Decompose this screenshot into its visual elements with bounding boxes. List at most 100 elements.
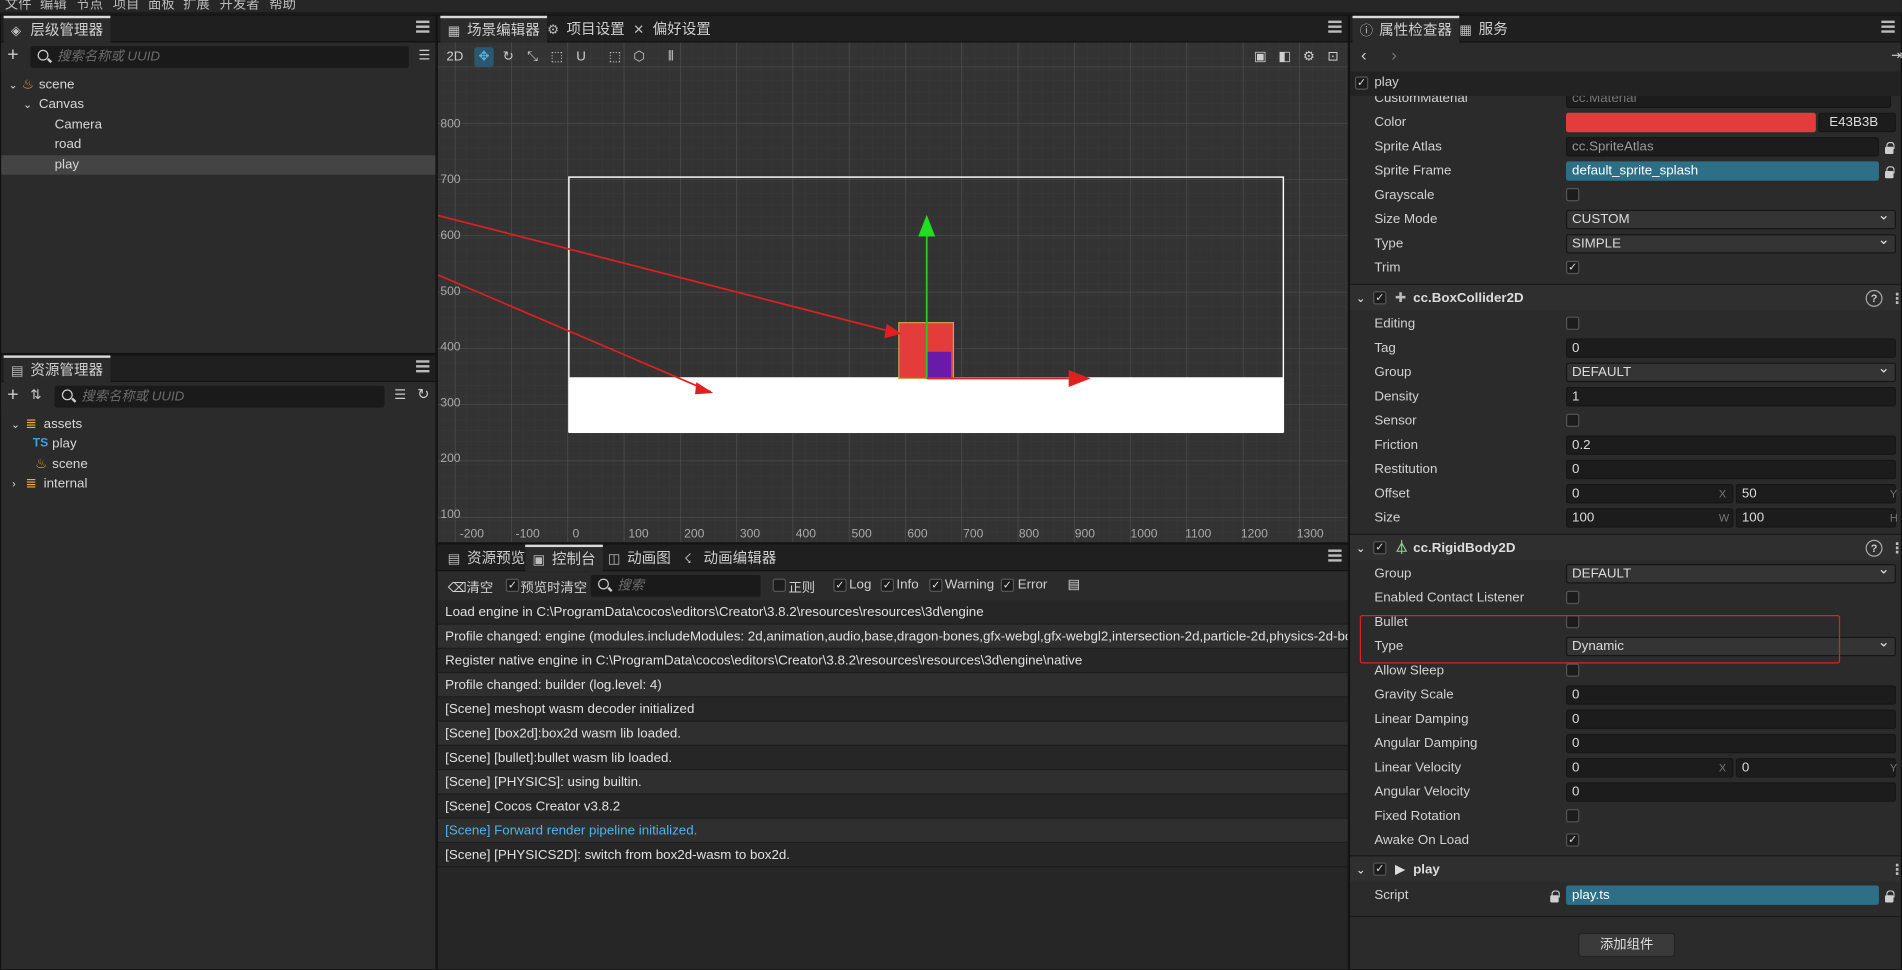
add-node-icon[interactable]: + (7, 45, 18, 67)
editing-checkbox[interactable] (1565, 316, 1580, 330)
grayscale-checkbox[interactable] (1565, 188, 1580, 202)
log-filter-checkbox[interactable]: ✓ (833, 578, 847, 592)
tab-scene-editor[interactable]: ▦ 场景编辑器 (440, 15, 548, 43)
tree-node-road[interactable]: road (1, 135, 435, 154)
menu-panel[interactable]: 面板 (148, 0, 175, 12)
log-line[interactable]: Load engine in C:\ProgramData\cocos\edit… (437, 600, 1348, 625)
inspector-menu-icon[interactable] (1881, 20, 1895, 34)
log-line[interactable]: [Scene] [PHYSICS]: using builtin. (437, 770, 1348, 795)
scale-tool-icon[interactable]: ⤡ (523, 47, 542, 66)
back-arrow-icon[interactable]: ‹ (1361, 45, 1367, 64)
hierarchy-search-input[interactable]: 搜索名称或 UUID (30, 46, 409, 68)
chevron-right-icon[interactable]: › (12, 474, 16, 493)
preview-icon[interactable]: ⊡ (1323, 47, 1342, 66)
linear-damping-input[interactable]: 0 (1565, 709, 1896, 730)
tree-node-canvas[interactable]: ⌄ Canvas (1, 95, 435, 114)
gizmo-toggle-icon[interactable]: ▣ (1251, 47, 1270, 66)
log-line[interactable]: [Scene] [box2d]:box2d wasm lib loaded. (437, 721, 1348, 746)
node-name-field[interactable]: play (1374, 75, 1398, 90)
lock-icon[interactable] (1885, 141, 1895, 155)
offset-x-input[interactable]: 0 (1565, 483, 1734, 504)
contact-listener-checkbox[interactable] (1565, 590, 1580, 605)
log-line[interactable]: [Scene] [bullet]:bullet wasm lib loaded. (437, 746, 1348, 771)
more-options-icon[interactable]: ⋮ (1890, 285, 1901, 312)
assets-menu-icon[interactable] (416, 360, 430, 373)
allow-sleep-checkbox[interactable] (1565, 663, 1580, 677)
chevron-down-icon[interactable]: ⌄ (1356, 856, 1365, 883)
sensor-checkbox[interactable] (1565, 413, 1580, 427)
help-icon[interactable]: ? (1865, 539, 1883, 557)
script-enable-checkbox[interactable]: ✓ (1373, 862, 1387, 876)
angular-damping-input[interactable]: 0 (1565, 733, 1896, 754)
scene-menu-icon[interactable] (1328, 20, 1342, 34)
rigidbody-enable-checkbox[interactable]: ✓ (1373, 540, 1387, 555)
gravity-scale-input[interactable]: 0 (1565, 685, 1896, 705)
console-search-input[interactable]: 搜索 (590, 574, 761, 597)
tab-inspector[interactable]: ⓘ 属性检查器 (1352, 15, 1460, 43)
asset-node-play-script[interactable]: TS play (1, 434, 435, 453)
add-component-button[interactable]: 添加组件 (1578, 932, 1676, 958)
sprite-frame-field[interactable]: default_sprite_splash (1565, 161, 1879, 181)
friction-input[interactable]: 0.2 (1565, 435, 1896, 455)
chevron-down-icon[interactable]: ⌄ (1356, 535, 1365, 562)
rect-tool-icon[interactable]: ⬚ (547, 47, 566, 66)
hierarchy-menu-icon[interactable] (416, 20, 430, 34)
angular-velocity-input[interactable]: 0 (1565, 782, 1896, 802)
mode-2d-button[interactable]: 2D (443, 47, 467, 66)
sort-icon[interactable]: ⇅ (30, 387, 41, 403)
awake-on-load-checkbox[interactable]: ✓ (1565, 833, 1580, 847)
custom-material-field[interactable]: cc.Material (1565, 95, 1892, 108)
log-line[interactable]: Profile changed: builder (log.level: 4) (437, 673, 1348, 698)
menu-project[interactable]: 项目 (113, 0, 140, 12)
tag-input[interactable]: 0 (1565, 338, 1896, 358)
tab-preferences[interactable]: ✕ 偏好设置 (626, 16, 718, 43)
menu-developer[interactable]: 开发者 (220, 0, 260, 12)
regex-checkbox[interactable] (772, 578, 787, 592)
color-hex-field[interactable]: E43B3B (1818, 112, 1896, 133)
size-mode-select[interactable]: CUSTOM (1565, 209, 1896, 230)
sprite-type-select[interactable]: SIMPLE (1565, 234, 1896, 254)
menu-help[interactable]: 帮助 (269, 0, 296, 12)
error-filter-checkbox[interactable]: ✓ (1000, 578, 1015, 592)
add-asset-icon[interactable]: + (7, 385, 18, 407)
trim-checkbox[interactable]: ✓ (1565, 260, 1580, 275)
size-h-input[interactable]: 100 (1735, 508, 1896, 528)
global-local-icon[interactable]: ⬡ (630, 47, 649, 66)
restitution-input[interactable]: 0 (1565, 459, 1896, 480)
log-line[interactable]: [Scene] [PHYSICS2D]: switch from box2d-w… (437, 843, 1348, 868)
tab-project-settings[interactable]: ⚙ 项目设置 (540, 16, 632, 43)
more-options-icon[interactable]: ⋮ (1890, 535, 1901, 562)
sort-icon[interactable]: ☰ (418, 47, 430, 64)
script-field[interactable]: play.ts (1565, 885, 1879, 905)
tree-node-camera[interactable]: Camera (1, 115, 435, 134)
lock-icon[interactable] (1885, 166, 1895, 179)
snap-tool-icon[interactable]: U (571, 47, 590, 66)
pivot-icon[interactable]: ⬚ (605, 47, 624, 66)
help-icon[interactable]: ? (1865, 289, 1883, 307)
chevron-down-icon[interactable]: ⌄ (1356, 285, 1365, 312)
warning-filter-checkbox[interactable]: ✓ (929, 578, 943, 592)
node-active-checkbox[interactable]: ✓ (1354, 76, 1369, 90)
clear-button[interactable]: ⌫清空 (448, 577, 494, 596)
align-icon[interactable]: ⫴ (661, 47, 680, 66)
chevron-down-icon[interactable]: ⌄ (8, 75, 17, 94)
tree-node-scene[interactable]: ⌄ ♨ scene (1, 75, 435, 94)
tab-services[interactable]: ▦ 服务 (1452, 16, 1515, 43)
tab-hierarchy[interactable]: ◈ 层级管理器 (3, 15, 111, 43)
box-collider-enable-checkbox[interactable]: ✓ (1373, 291, 1387, 305)
list-view-icon[interactable]: ☰ (394, 387, 406, 403)
box-group-select[interactable]: DEFAULT (1565, 362, 1896, 383)
log-line[interactable]: [Scene] meshopt wasm decoder initialized (437, 697, 1348, 722)
more-options-icon[interactable]: ⋮ (1890, 856, 1901, 883)
forward-arrow-icon[interactable]: › (1391, 45, 1397, 64)
camera-icon[interactable]: ◧ (1275, 47, 1294, 66)
assets-search-input[interactable]: 搜索名称或 UUID (54, 385, 385, 408)
gear-icon[interactable]: ⚙ (1299, 47, 1318, 66)
log-line[interactable]: Register native engine in C:\ProgramData… (437, 649, 1348, 674)
tab-animation-editor[interactable]: ☇ 动画编辑器 (677, 545, 784, 572)
log-line[interactable]: Profile changed: engine (modules.include… (437, 624, 1348, 649)
tab-console[interactable]: ▣ 控制台 (525, 544, 603, 572)
asset-node-scene[interactable]: ♨ scene (1, 455, 435, 474)
chevron-down-icon[interactable]: ⌄ (11, 415, 20, 434)
tab-asset-preview[interactable]: ▤ 资源预览 (440, 545, 532, 572)
